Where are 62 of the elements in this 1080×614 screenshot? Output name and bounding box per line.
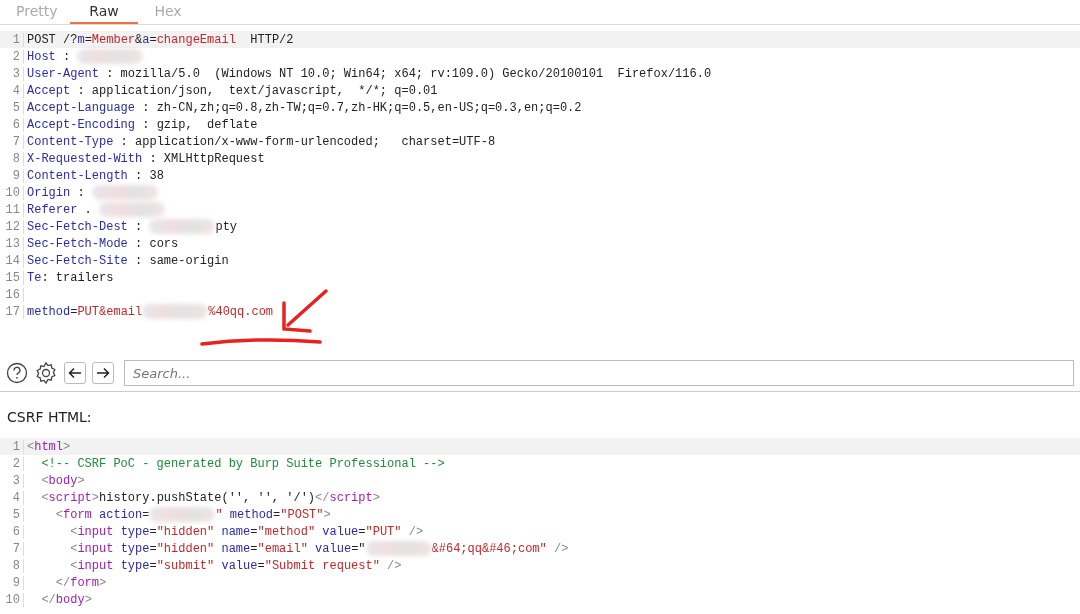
line-number: 1 — [0, 32, 24, 47]
line-number: 11 — [0, 202, 24, 217]
line-number: 4 — [0, 490, 24, 505]
line-number: 16 — [0, 287, 24, 302]
line-number: 5 — [0, 507, 24, 522]
line-number: 7 — [0, 541, 24, 556]
code-line: <input type="hidden" name="method" value="PUT" /> — [69, 524, 424, 539]
code-line: <!-- CSRF PoC - generated by Burp Suite Professional --> — [40, 456, 445, 471]
line-number: 3 — [0, 66, 24, 81]
code-line: Content-Type : application/x-www-form-urlencoded; charset=UTF-8 — [26, 134, 496, 149]
line-number: 10 — [0, 185, 24, 200]
code-line: Content-Length : 38 — [26, 168, 164, 183]
code-line: <body> — [40, 473, 85, 488]
line-number: 8 — [0, 151, 24, 166]
code-line: <script>history.pushState('', '', '/')</script> — [40, 490, 380, 505]
code-line: </form> — [54, 575, 107, 590]
code-line: Sec-Fetch-Mode : cors — [26, 236, 179, 251]
code-line: <input type="submit" value="Submit request" /> — [69, 558, 402, 573]
code-line: <form action= " method="POST"> — [54, 507, 331, 522]
code-line: Accept-Language : zh-CN,zh;q=0.8,zh-TW;q=0.7,zh-HK;q=0.5,en-US;q=0.3,en;q=0.2 — [26, 100, 582, 115]
search-field[interactable]: Search... — [124, 360, 1074, 386]
code-line: Referer . — [24, 202, 166, 217]
code-line: X-Requested-With : XMLHttpRequest — [26, 151, 265, 166]
code-line: </body> — [40, 592, 92, 607]
code-line: method=PUT&email %40qq.com — [26, 304, 274, 319]
code-line: User-Agent : mozilla/5.0 (Windows NT 10.0; Win64; x64; rv:109.0) Gecko/20100101 Firefox/116.0 — [26, 66, 712, 81]
line-number: 6 — [0, 524, 24, 539]
line-number: 14 — [0, 253, 24, 268]
line-number: 9 — [0, 575, 24, 590]
line-number: 13 — [0, 236, 24, 251]
help-icon[interactable] — [6, 362, 28, 384]
code-line: Sec-Fetch-Site : same-origin — [26, 253, 229, 268]
line-number: 2 — [0, 456, 24, 471]
left-arrow-icon — [68, 367, 82, 379]
line-number: 6 — [0, 117, 24, 132]
code-line: <input type="hidden" name="email" value=" &#64;qq&#46;com" /> — [69, 541, 569, 556]
code-line: Accept : application/json, text/javascript, */*; q=0.01 — [26, 83, 438, 98]
code-line: POST /?m=Member&a=changeEmail HTTP/2 — [26, 32, 294, 47]
line-number: 9 — [0, 168, 24, 183]
settings-icon[interactable] — [34, 361, 58, 385]
tab[interactable]: Pretty — [0, 0, 70, 24]
section-label: CSRF HTML: — [6, 408, 93, 427]
code-line: Accept-Encoding : gzip, deflate — [26, 117, 258, 132]
line-number: 15 — [0, 270, 24, 285]
line-number: 8 — [0, 558, 24, 573]
line-number: 1 — [0, 439, 24, 454]
code-line: Te: trailers — [26, 270, 114, 285]
code-line: Origin : — [24, 185, 158, 200]
line-number: 12 — [0, 219, 24, 234]
code-line: <html> — [26, 439, 71, 454]
tab[interactable]: Hex — [138, 0, 198, 24]
right-arrow-icon — [96, 367, 110, 379]
line-number: 2 — [0, 49, 24, 64]
line-number: 3 — [0, 473, 24, 488]
line-number: 17 — [0, 304, 24, 319]
line-number: 5 — [0, 100, 24, 115]
line-number: 10 — [0, 592, 24, 607]
line-number: 7 — [0, 134, 24, 149]
back-button[interactable] — [64, 362, 86, 384]
line-number: 4 — [0, 83, 24, 98]
forward-button[interactable] — [92, 362, 114, 384]
code-line: Sec-Fetch-Dest : pty — [26, 219, 238, 234]
